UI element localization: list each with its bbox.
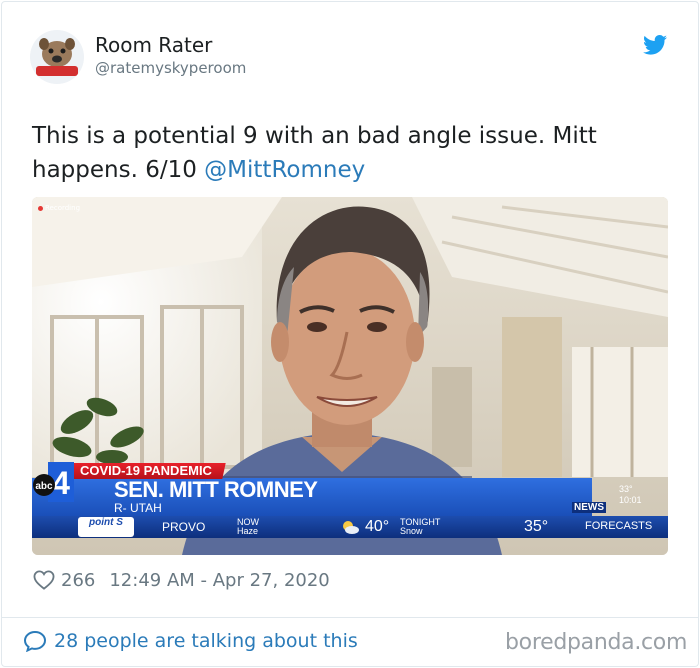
sponsor-mark: S (116, 517, 123, 528)
tweet-text: This is a potential 9 with an bad angle … (32, 119, 672, 187)
ticker-forecasts: FORECASTS (585, 520, 653, 532)
station-clock: 33° 10:01 (619, 484, 642, 506)
recording-indicator: Recording (38, 204, 80, 212)
abc4-logo-icon: 4 abc (33, 462, 74, 502)
svg-text:abc: abc (35, 481, 53, 492)
lower-third-title: R- UTAH (114, 501, 162, 515)
ticker-now-condition: Haze (237, 526, 259, 536)
partly-cloudy-icon (343, 521, 359, 534)
tweet-meta: 266 12:49 AM - Apr 27, 2020 (33, 568, 330, 592)
heart-icon[interactable] (33, 570, 55, 590)
news-lower-third: COVID-19 PANDEMIC SEN. MITT ROMNEY R- UT… (32, 462, 668, 555)
conversation-text[interactable]: 28 people are talking about this (54, 630, 358, 652)
tweet-media[interactable]: Recording COVID-19 PANDEMIC SEN. MITT RO… (32, 197, 668, 555)
sponsor-name: point (89, 517, 114, 528)
station-news-label: NEWS (572, 502, 606, 513)
conversation-link[interactable]: 28 people are talking about this (23, 630, 358, 652)
ticker-now-temp: 40° (365, 518, 390, 535)
clock-temp: 33° (619, 484, 633, 494)
twitter-bird-icon[interactable] (643, 35, 667, 55)
like-count[interactable]: 266 (61, 570, 95, 591)
ticker-location: PROVO (162, 520, 206, 534)
tweet-timestamp[interactable]: 12:49 AM - Apr 27, 2020 (109, 570, 329, 591)
mention-link[interactable]: @MittRomney (204, 157, 365, 183)
sponsor-logo: point S (78, 517, 134, 537)
author-name[interactable]: Room Rater (95, 33, 212, 57)
avatar[interactable] (30, 30, 84, 84)
footer-divider (1, 617, 699, 618)
ticker-tonight-temp: 35° (524, 518, 549, 535)
watermark: boredpanda.com (505, 630, 688, 655)
clock-time: 10:01 (619, 495, 642, 505)
lower-third-name: SEN. MITT ROMNEY (114, 477, 318, 502)
speech-bubble-icon (23, 630, 47, 652)
ticker-tonight-condition: Snow (400, 526, 423, 536)
author-handle[interactable]: @ratemyskyperoom (95, 59, 246, 77)
